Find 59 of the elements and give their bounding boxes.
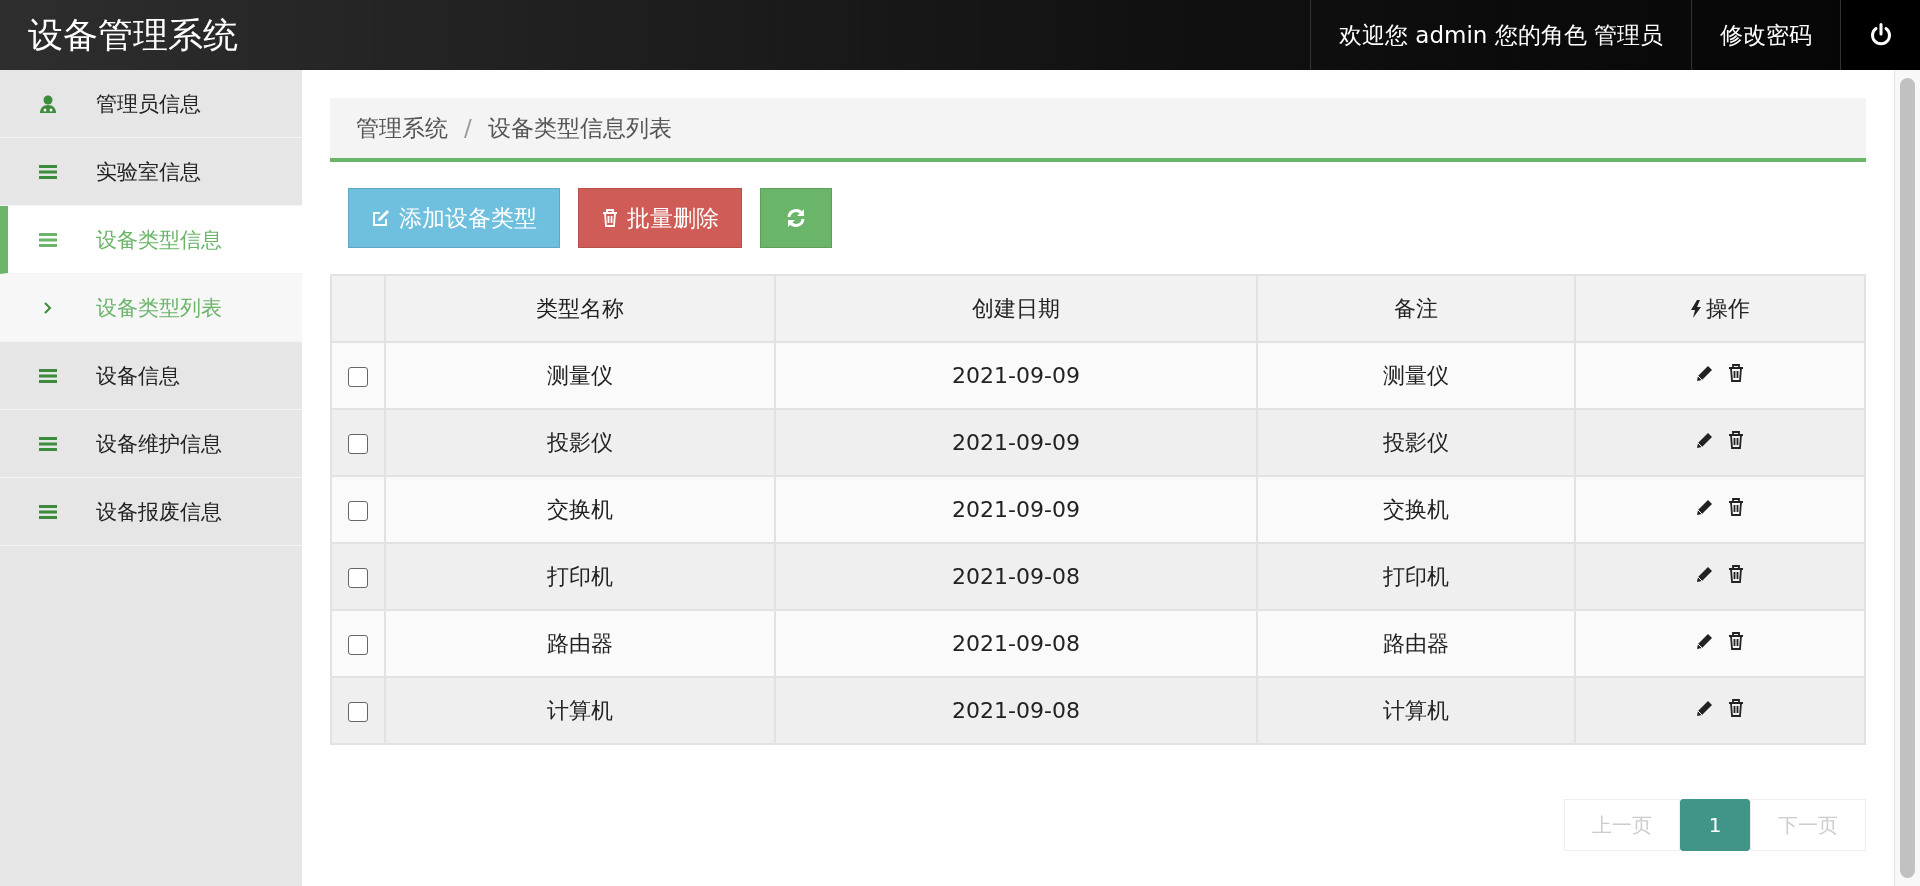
row-checkbox[interactable] (348, 367, 368, 387)
column-header-text: 操作 (1705, 294, 1750, 323)
trash-icon[interactable] (1727, 631, 1745, 651)
table-cell: 测量仪 (385, 342, 775, 409)
refresh-icon (785, 207, 807, 229)
welcome-text: 欢迎您 admin 您的角色 管理员 (1310, 0, 1691, 70)
table-cell: 打印机 (385, 543, 775, 610)
breadcrumb-item[interactable]: 管理系统 (356, 112, 448, 144)
pencil-icon[interactable] (1695, 430, 1715, 450)
table-cell: 计算机 (385, 677, 775, 744)
column-header: 创建日期 (775, 275, 1257, 342)
table-cell: 2021-09-09 (775, 342, 1257, 409)
table-cell: 交换机 (1257, 476, 1575, 543)
row-checkbox[interactable] (348, 568, 368, 588)
column-header: 类型名称 (385, 275, 775, 342)
row-checkbox[interactable] (348, 501, 368, 521)
table-cell: 路由器 (1257, 610, 1575, 677)
pencil-icon[interactable] (1695, 363, 1715, 383)
trash-icon[interactable] (1727, 564, 1745, 584)
table-cell: 打印机 (1257, 543, 1575, 610)
table-cell: 2021-09-08 (775, 543, 1257, 610)
sidebar-item[interactable]: 设备信息 (0, 342, 302, 410)
sidebar-item[interactable]: 设备维护信息 (0, 410, 302, 478)
row-checkbox[interactable] (348, 635, 368, 655)
breadcrumb-separator: / (464, 115, 472, 141)
pencil-icon[interactable] (1695, 497, 1715, 517)
pencil-icon[interactable] (1695, 564, 1715, 584)
app-title: 设备管理系统 (28, 13, 238, 57)
table-cell: 2021-09-09 (775, 409, 1257, 476)
table-cell: 2021-09-08 (775, 610, 1257, 677)
table-cell: 测量仪 (1257, 342, 1575, 409)
table-cell: 路由器 (385, 610, 775, 677)
lightning-icon (1690, 299, 1701, 318)
table-cell: 交换机 (385, 476, 775, 543)
row-checkbox[interactable] (348, 702, 368, 722)
table-cell: 投影仪 (1257, 409, 1575, 476)
sidebar-item[interactable]: 设备报废信息 (0, 478, 302, 546)
user-icon (38, 93, 58, 114)
table-cell: 2021-09-08 (775, 677, 1257, 744)
batch-delete-button[interactable]: 批量删除 (578, 188, 742, 248)
column-header: 备注 (1257, 275, 1575, 342)
pencil-icon[interactable] (1695, 631, 1715, 651)
trash-icon (601, 208, 619, 228)
trash-icon[interactable] (1727, 430, 1745, 450)
pencil-icon[interactable] (1695, 698, 1715, 718)
trash-icon[interactable] (1727, 698, 1745, 718)
trash-icon[interactable] (1727, 363, 1745, 383)
breadcrumb-item: 设备类型信息列表 (487, 113, 672, 143)
table-cell: 2021-09-09 (775, 476, 1257, 543)
table-cell: 投影仪 (385, 409, 775, 476)
scrollbar[interactable] (1894, 70, 1920, 886)
power-button[interactable] (1840, 0, 1920, 70)
refresh-button[interactable] (760, 188, 832, 248)
page-button[interactable]: 1 (1680, 799, 1750, 851)
table-cell: 计算机 (1257, 677, 1575, 744)
sidebar-item[interactable]: 管理员信息 (0, 70, 302, 138)
row-checkbox[interactable] (348, 434, 368, 454)
edit-icon (371, 208, 391, 228)
trash-icon[interactable] (1727, 497, 1745, 517)
